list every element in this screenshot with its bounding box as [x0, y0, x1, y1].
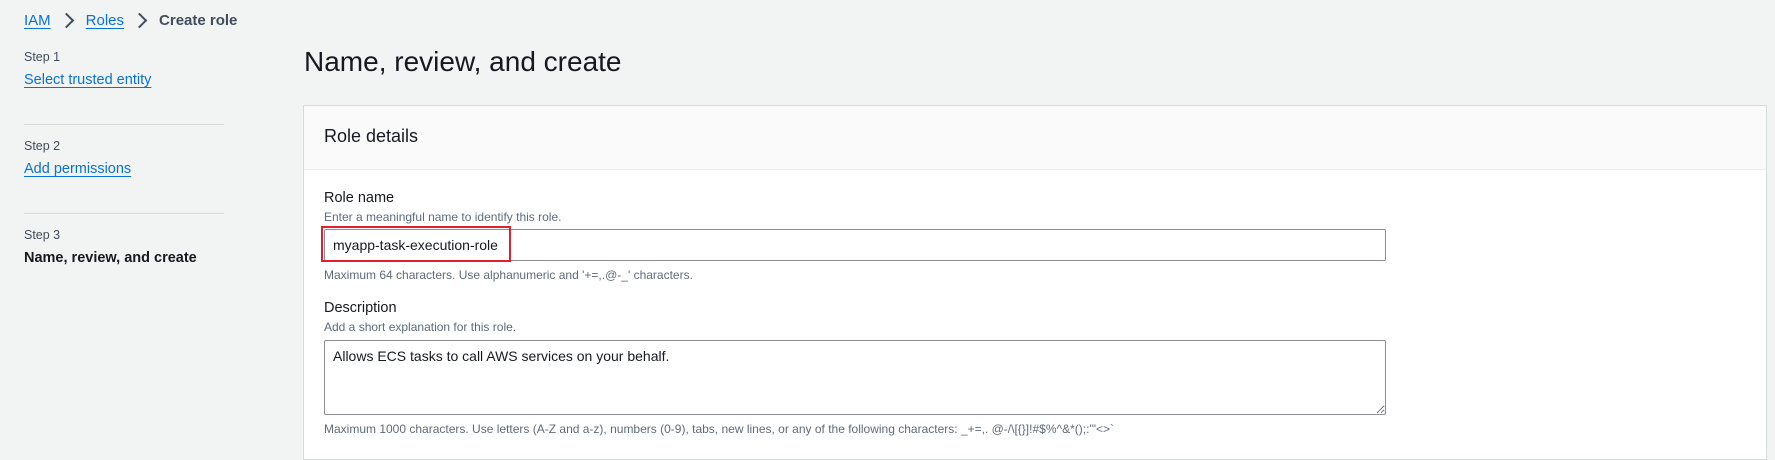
step-number: Step 1 — [24, 50, 61, 64]
step-number: Step 3 — [24, 228, 61, 242]
chevron-right-icon — [131, 12, 148, 28]
wizard-step-2: Step 2 Add permissions — [24, 139, 224, 214]
role-name-constraint: Maximum 64 characters. Use alphanumeric … — [324, 268, 693, 282]
role-name-input-wrapper — [321, 226, 1386, 262]
step-number: Step 2 — [24, 139, 61, 153]
wizard-steps-nav: Step 1 Select trusted entity Step 2 Add … — [24, 46, 224, 317]
breadcrumb-roles-link[interactable]: Roles — [86, 12, 124, 29]
description-textarea[interactable]: Allows ECS tasks to call AWS services on… — [324, 340, 1386, 415]
step-current-label: Name, review, and create — [24, 250, 197, 266]
wizard-step-1: Step 1 Select trusted entity — [24, 50, 224, 125]
breadcrumb-iam-link[interactable]: IAM — [24, 12, 51, 29]
description-label: Description — [324, 300, 397, 316]
breadcrumb-current: Create role — [159, 11, 238, 29]
panel-title: Role details — [324, 126, 419, 146]
role-name-input[interactable] — [324, 229, 1386, 261]
chevron-right-icon — [58, 12, 74, 28]
step-link-add-permissions[interactable]: Add permissions — [24, 161, 131, 177]
page-title: Name, review, and create — [304, 46, 622, 77]
panel-body: Role name Enter a meaningful name to ide… — [304, 170, 1766, 436]
description-field: Description Add a short explanation for … — [324, 300, 1746, 436]
panel-header: Role details — [304, 106, 1766, 170]
role-name-field: Role name Enter a meaningful name to ide… — [321, 190, 1746, 282]
role-name-description: Enter a meaningful name to identify this… — [324, 210, 562, 224]
role-name-label: Role name — [324, 190, 395, 206]
breadcrumb: IAM Roles Create role — [24, 9, 237, 31]
role-details-panel: Role details Role name Enter a meaningfu… — [303, 105, 1767, 460]
wizard-step-3: Step 3 Name, review, and create — [24, 228, 224, 303]
step-link-select-trusted-entity[interactable]: Select trusted entity — [24, 72, 151, 88]
description-help: Add a short explanation for this role. — [324, 320, 517, 334]
description-constraint: Maximum 1000 characters. Use letters (A-… — [324, 422, 1115, 436]
